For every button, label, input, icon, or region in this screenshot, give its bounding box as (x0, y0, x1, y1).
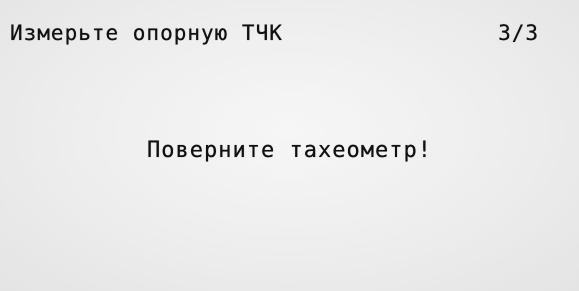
header-bar: Измерьте опорную ТЧК 3/3 (10, 18, 539, 48)
screen-title: Измерьте опорную ТЧК (10, 21, 283, 45)
instrument-screen: Измерьте опорную ТЧК 3/3 Поверните тахео… (0, 0, 579, 291)
step-counter: 3/3 (498, 21, 539, 45)
instruction-message: Поверните тахеометр! (147, 138, 432, 163)
message-area: Поверните тахеометр! (0, 138, 579, 163)
